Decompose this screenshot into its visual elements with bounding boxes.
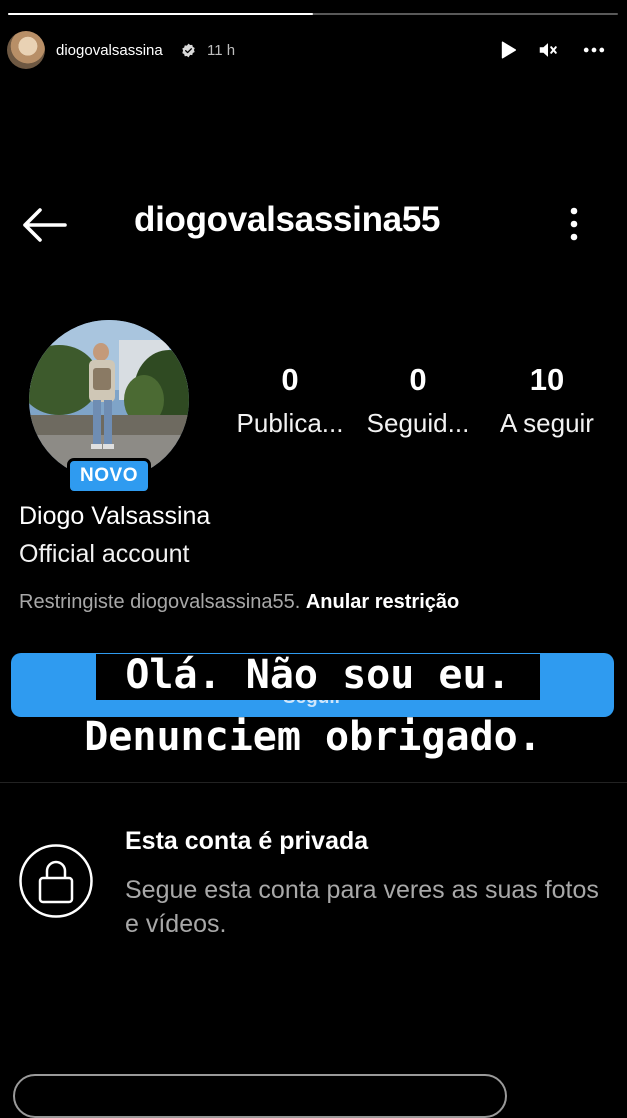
lock-icon bbox=[19, 844, 93, 918]
undo-restriction-link[interactable]: Anular restrição bbox=[306, 591, 459, 613]
new-badge: NOVO bbox=[67, 458, 151, 494]
posts-label: Publica... bbox=[236, 408, 344, 438]
overlay-text-line2: Denunciem obrigado. bbox=[84, 714, 542, 760]
story-reply-input[interactable] bbox=[13, 1074, 507, 1118]
story-username[interactable]: diogovalsassina bbox=[56, 42, 163, 59]
private-account-title: Esta conta é privada bbox=[125, 827, 369, 855]
options-icon[interactable] bbox=[564, 205, 584, 243]
private-account-description: Segue esta conta para veres as suas foto… bbox=[125, 876, 599, 938]
followers-label[interactable]: Seguid... bbox=[353, 408, 483, 439]
following-label[interactable]: A seguir bbox=[482, 408, 612, 439]
story-avatar[interactable] bbox=[7, 31, 45, 69]
profile-avatar[interactable] bbox=[29, 320, 189, 480]
display-name: Diogo Valsassina bbox=[19, 502, 211, 530]
section-divider bbox=[0, 782, 627, 783]
more-icon[interactable] bbox=[583, 39, 605, 61]
bio: Official account bbox=[19, 540, 190, 568]
following-count[interactable]: 10 bbox=[487, 362, 607, 398]
profile-photo-image bbox=[29, 320, 189, 480]
story-progress-fill bbox=[8, 13, 313, 15]
overlay-text-line1: Olá. Não sou eu. bbox=[125, 652, 511, 698]
posts-count: 0 bbox=[281, 362, 299, 397]
followers-count[interactable]: 0 bbox=[358, 362, 478, 398]
story-progress-bar bbox=[8, 13, 618, 15]
story-time: 11 h bbox=[207, 42, 236, 59]
verified-icon bbox=[182, 43, 195, 58]
back-arrow-icon[interactable] bbox=[20, 206, 68, 244]
restriction-text: Restringiste diogovalsassina55. bbox=[19, 591, 301, 613]
play-icon[interactable] bbox=[497, 39, 519, 61]
restriction-notice: Restringiste diogovalsassina55. Anular r… bbox=[19, 591, 459, 614]
profile-username: diogovalsassina55 bbox=[134, 200, 441, 239]
mute-icon[interactable] bbox=[537, 39, 559, 61]
